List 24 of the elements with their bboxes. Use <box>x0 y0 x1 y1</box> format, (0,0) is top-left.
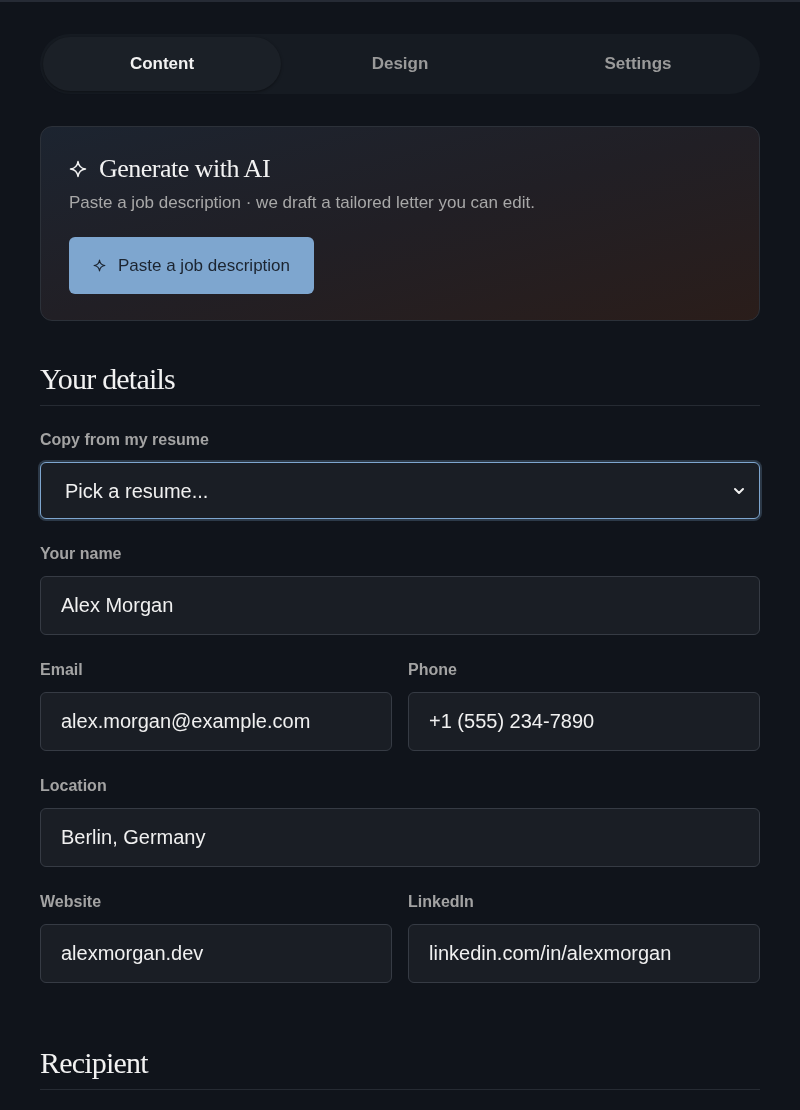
ai-card-title: Generate with AI <box>99 155 271 183</box>
paste-job-description-button[interactable]: Paste a job description <box>69 237 314 294</box>
text-input[interactable]: +1 (555) 234-7890 <box>408 692 760 751</box>
field-label: LinkedIn <box>408 892 475 912</box>
ai-card-description: Paste a job description · we draft a tailored letter you can edit. <box>69 192 536 214</box>
tab[interactable]: Content <box>43 37 281 91</box>
text-input[interactable]: alex.morgan@example.com <box>40 692 392 751</box>
text-input[interactable]: Alex Morgan <box>40 576 760 635</box>
field-label: Email <box>40 660 84 680</box>
section-heading: Your details <box>40 361 176 397</box>
sparkle-icon <box>69 160 87 178</box>
text-input[interactable]: Berlin, Germany <box>40 808 760 867</box>
field-label: Phone <box>408 660 458 680</box>
text-input[interactable]: alexmorgan.dev <box>40 924 392 983</box>
sparkle-icon <box>93 259 106 272</box>
text-input[interactable]: linkedin.com/in/alexmorgan <box>408 924 760 983</box>
field-label: Website <box>40 892 103 912</box>
section-heading: Recipient <box>40 1045 150 1081</box>
tab[interactable]: Design <box>281 37 519 91</box>
field-label: Your name <box>40 544 123 564</box>
field-label: Location <box>40 776 108 796</box>
tab[interactable]: Settings <box>519 37 757 91</box>
field-label: Copy from my resume <box>40 430 210 450</box>
resume-select[interactable]: Pick a resume... <box>40 462 760 519</box>
